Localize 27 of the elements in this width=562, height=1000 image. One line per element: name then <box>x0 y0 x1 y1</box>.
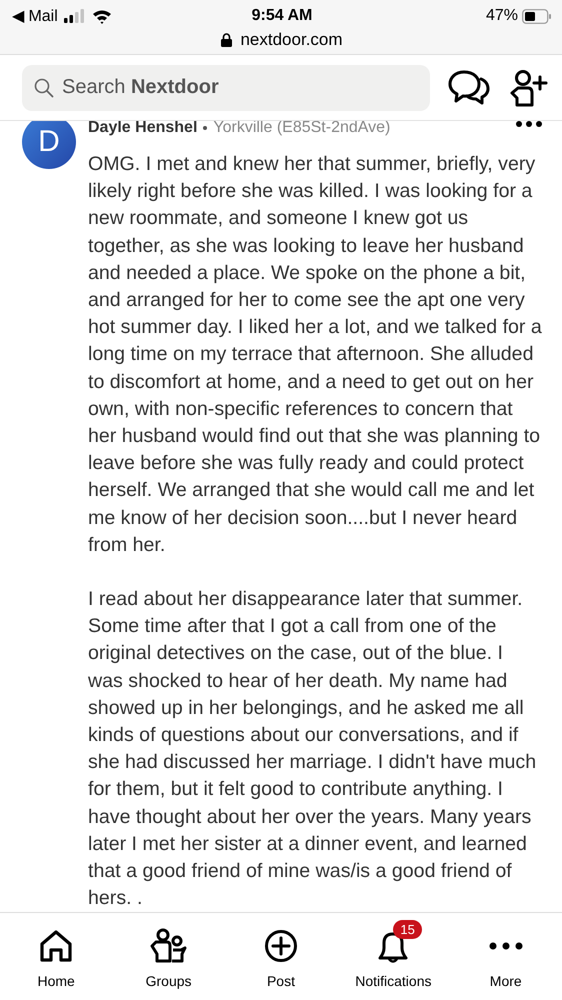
nav-tab[interactable]: Groups <box>128 917 209 989</box>
notification-count-badge: 15 <box>393 920 422 939</box>
nav-tab[interactable]: Post <box>240 917 321 989</box>
search-icon <box>34 78 54 98</box>
more-options-icon[interactable] <box>516 121 542 127</box>
plus-circle-icon <box>264 929 298 963</box>
battery-icon <box>522 8 552 24</box>
nav-tab[interactable]: Home <box>16 917 96 989</box>
nav-tab[interactable]: More <box>466 917 546 989</box>
home-icon <box>39 929 74 963</box>
post-paragraph: OMG. I met and knew her that summer, briefly, very likely right before she was killed. I was looking for a new roommate, and someone I knew got us together, as she was looking to leave her husband and needed a place. We spoke on the phone a bit, and arranged for her to come see the apt one very hot summer day. I liked her a lot, and we talked for a long time on my terrace that afternoon. She alluded to discomfort at home, and a need to get out on her own, with non-specific references to concern that her husband would find out that she was planning to leave before she was fully ready and could protect herself. We arranged that she would call me and let me know of her decision soon....but I never heard from her. <box>88 152 542 558</box>
wifi-icon <box>92 8 112 24</box>
battery-percentage: 47% <box>486 7 518 25</box>
url-text[interactable]: nextdoor.com <box>240 30 343 50</box>
post-paragraph: I read about her disappearance later that summer. Some time after that I got a call from one of the original detectives on the case, out of the blue. I was shocked to hear of her death. My name had showed up in her belongings, and he asked me all kinds of questions about our conversations, and if she had discussed her marriage. I didn't have much for them, but it felt good to contribute anything. I have thought about her over the years. Many years later I met her sister at a dinner event, and learned that a good friend of mine was/is a good friend of hers. . <box>88 587 538 912</box>
nav-tab[interactable]: 15 Notifications <box>353 917 434 989</box>
avatar[interactable]: D <box>22 121 76 169</box>
add-person-icon[interactable] <box>508 68 548 106</box>
chat-bubbles-icon[interactable] <box>448 70 490 106</box>
lock-icon <box>221 33 232 47</box>
signal-icon <box>64 9 86 23</box>
back-to-app-link[interactable]: ◀ Mail <box>12 6 58 26</box>
search-field[interactable]: Search Nextdoor <box>22 64 430 110</box>
group-people-icon <box>148 928 189 964</box>
separator-dot <box>203 126 208 130</box>
more-icon <box>488 941 523 951</box>
clock: 9:54 AM <box>252 7 312 25</box>
